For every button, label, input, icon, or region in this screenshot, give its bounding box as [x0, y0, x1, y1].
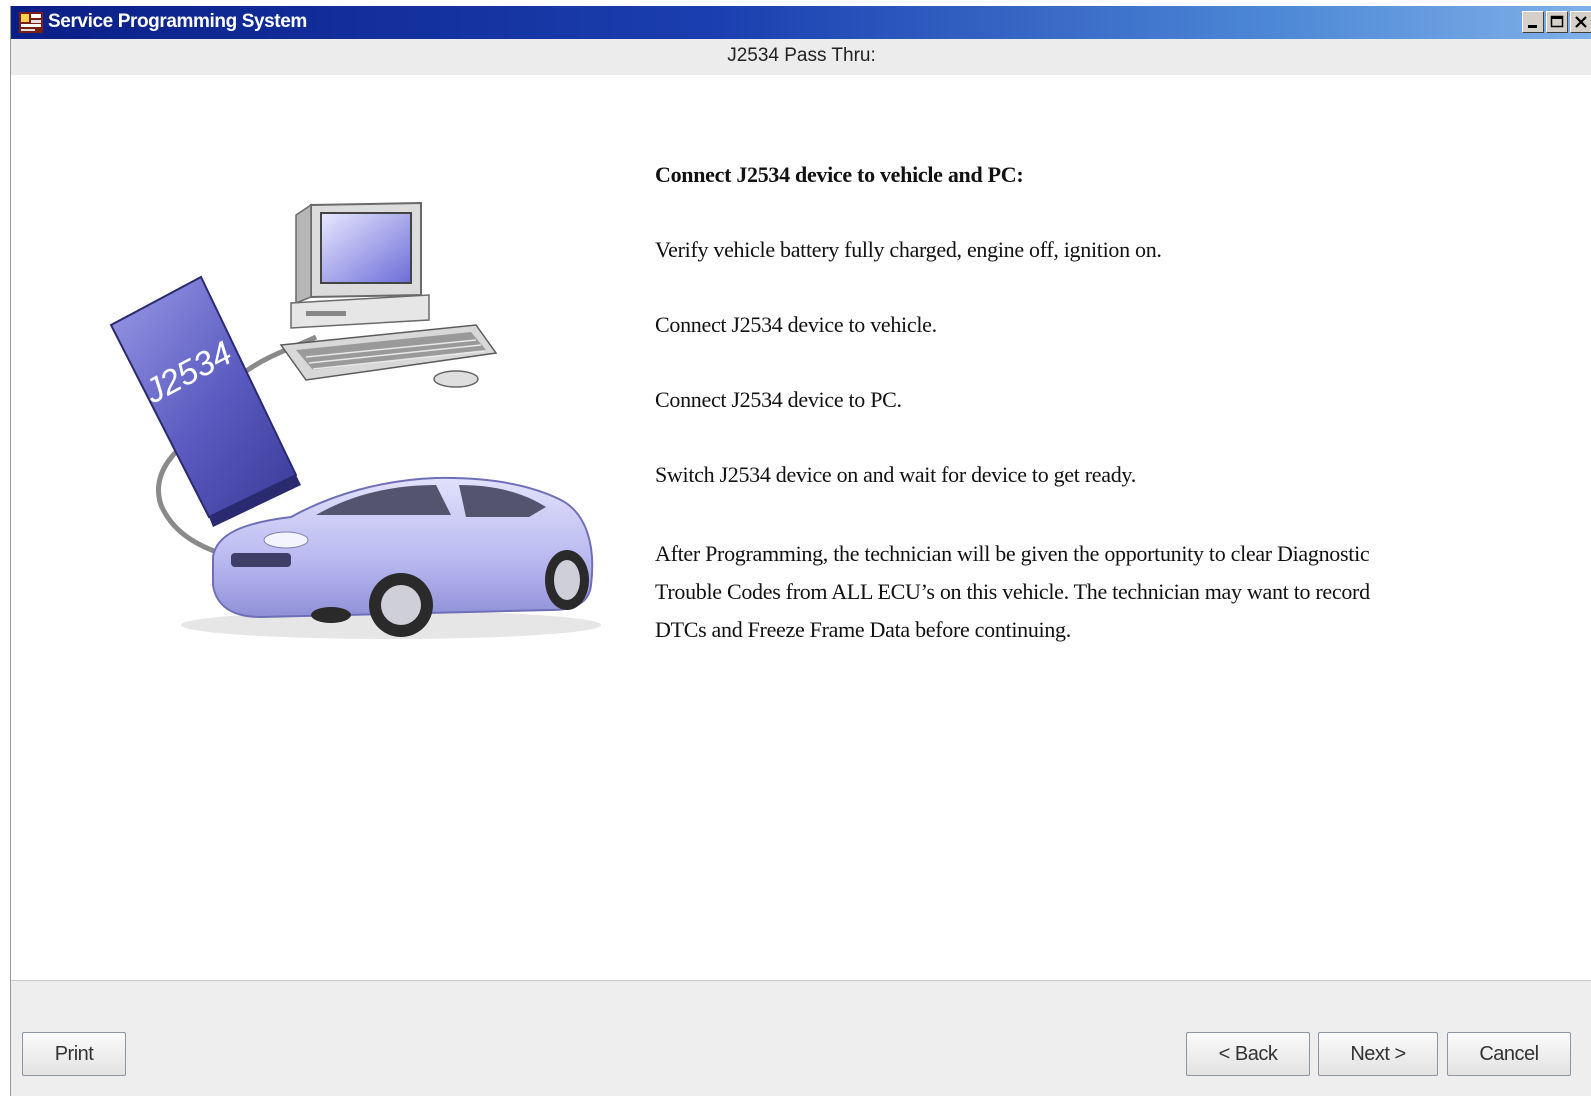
page-subtitle: J2534 Pass Thru:: [11, 39, 1591, 75]
cancel-button[interactable]: Cancel: [1447, 1032, 1571, 1076]
window-title: Service Programming System: [48, 11, 307, 32]
status-bar: [11, 980, 1591, 1022]
app-window: Service Programming System J2534 Pass Th…: [10, 6, 1591, 1096]
j2534-device-icon: J2534: [109, 275, 301, 527]
back-button[interactable]: < Back: [1186, 1032, 1310, 1076]
computer-icon: [279, 201, 498, 388]
instruction-step: Verify vehicle battery fully charged, en…: [655, 237, 1162, 262]
title-bar[interactable]: Service Programming System: [11, 6, 1591, 39]
programming-note: After Programming, the technician will b…: [655, 541, 1370, 642]
content-panel: J2534 Connect J2534 device to vehicle an…: [11, 75, 1591, 980]
app-icon: [19, 12, 43, 33]
instruction-step: Connect J2534 device to vehicle.: [655, 312, 937, 337]
close-button[interactable]: [1570, 11, 1591, 33]
instructions-heading: Connect J2534 device to vehicle and PC:: [655, 162, 1024, 187]
instruction-step: Switch J2534 device on and wait for devi…: [655, 462, 1136, 487]
button-bar: Print < Back Next > Cancel: [11, 1021, 1591, 1096]
maximize-button[interactable]: [1546, 11, 1568, 33]
next-button[interactable]: Next >: [1318, 1032, 1438, 1076]
instructions-panel: Connect J2534 device to vehicle and PC: …: [655, 160, 1455, 649]
connection-illustration: J2534: [109, 201, 601, 639]
close-icon: [1575, 16, 1587, 28]
minimize-button[interactable]: [1522, 11, 1544, 33]
window-controls: [1522, 11, 1591, 35]
instruction-step: Connect J2534 device to PC.: [655, 387, 902, 412]
minimize-icon: [1528, 25, 1537, 28]
print-button[interactable]: Print: [22, 1032, 126, 1076]
maximize-icon: [1550, 15, 1564, 28]
